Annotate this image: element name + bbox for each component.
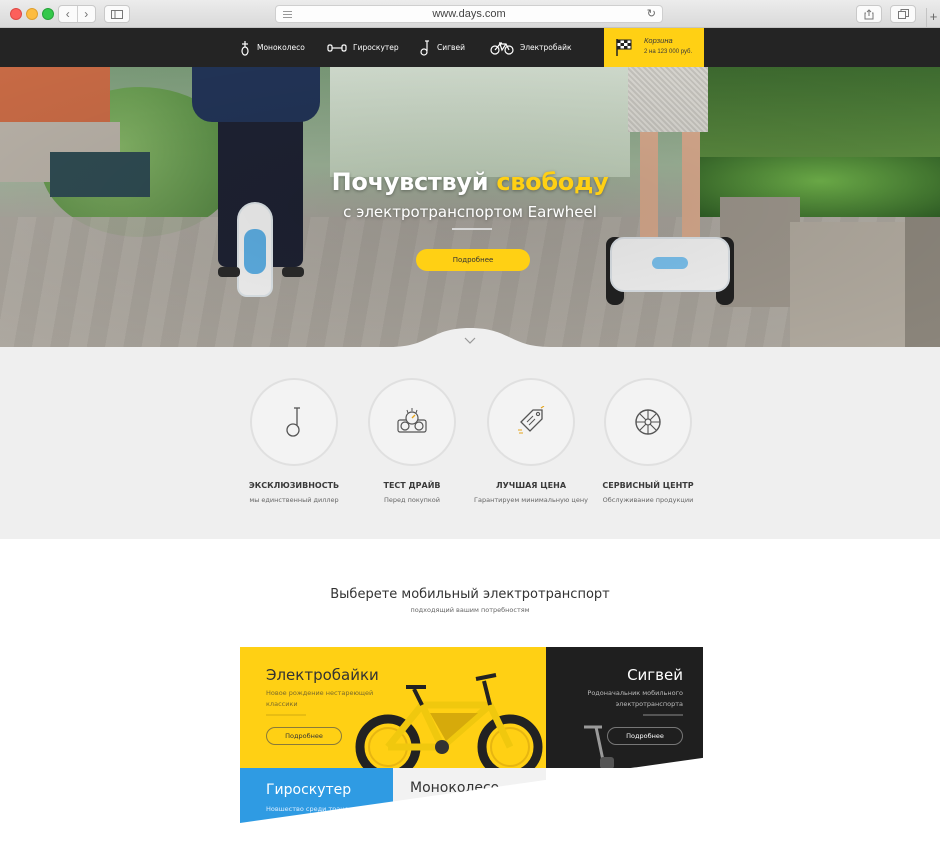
feature-desc: Перед покупкой: [384, 496, 440, 504]
feature-desc: Гарантируем минимальную цену: [474, 496, 588, 504]
monowheel-icon: [286, 407, 300, 437]
nav-item-label: Гироскутер: [353, 43, 399, 52]
price-tag-icon: [518, 406, 545, 434]
tile-divider: [643, 714, 683, 716]
tile-desc: Родоначальник мобильного электротранспор…: [587, 689, 683, 708]
feature-desc: Обслуживание продукции: [602, 496, 694, 504]
address-bar[interactable]: www.days.com ↻: [275, 5, 663, 23]
main-nav: Моноколесо Гироскутер Сигвей Электробайк: [0, 28, 940, 67]
nav-item-monowheel[interactable]: Моноколесо: [239, 28, 305, 67]
ebikes-more-button[interactable]: Подробнее: [266, 727, 342, 745]
bicycle-icon: [490, 41, 514, 55]
cart-count: 2: [644, 49, 648, 55]
tile-empty: [546, 768, 703, 823]
hero-more-button[interactable]: Подробнее: [416, 249, 530, 271]
segway-image: [584, 725, 614, 769]
feature-title: ЭКСКЛЮЗИВНОСТЬ: [248, 481, 340, 490]
tile-hoverboards[interactable]: Гироскутер Новшество среди транспорта: [240, 768, 393, 823]
tile-segway[interactable]: Сигвей Родоначальник мобильного электрот…: [546, 647, 703, 769]
hoverboard-icon: [327, 43, 347, 52]
tile-title: Моноколесо: [410, 780, 500, 796]
hero-title-accent: свободу: [496, 168, 609, 196]
feature-icon-circle: [368, 378, 456, 466]
scroll-down-chevron-icon[interactable]: [464, 337, 476, 345]
sidebar-toggle-button[interactable]: [104, 5, 130, 23]
hero-banner: Почувствуй свободу с электротранспортом …: [0, 67, 940, 347]
close-window-button[interactable]: [10, 8, 22, 20]
sidebar-icon: [111, 9, 123, 19]
hero-bottom-curve: [0, 328, 940, 350]
nav-item-label: Электробайк: [520, 43, 572, 52]
tabs-icon: [897, 9, 909, 19]
tile-ebikes[interactable]: Электробайки Новое рождение нестареющей …: [240, 647, 546, 777]
feature-desc: мы единственный диллер: [249, 496, 339, 504]
product-grid: Электробайки Новое рождение нестареющей …: [240, 647, 703, 823]
show-tabs-button[interactable]: [890, 5, 916, 23]
nav-item-hoverboard[interactable]: Гироскутер: [327, 28, 399, 67]
nav-item-segway[interactable]: Сигвей: [419, 28, 465, 67]
cart-button[interactable]: Корзина 2 на 123 000 руб.: [604, 28, 704, 67]
segway-icon: [420, 39, 429, 56]
tile-divider: [266, 714, 306, 716]
nav-item-ebike[interactable]: Электробайк: [490, 28, 572, 67]
reload-icon[interactable]: ↻: [647, 7, 656, 20]
products-subtitle: подходящий вашим потребностям: [410, 606, 530, 614]
feature-title: ЛУЧШАЯ ЦЕНА: [495, 481, 567, 490]
cart-summary: 2 на 123 000 руб.: [644, 49, 692, 55]
history-nav: ‹ ›: [58, 5, 96, 23]
hero-divider: [452, 228, 492, 230]
feature-title: ТЕСТ ДРАЙВ: [383, 481, 441, 490]
browser-toolbar: ‹ › www.days.com ↻ +: [0, 0, 940, 28]
nav-item-label: Моноколесо: [257, 43, 305, 52]
feature-icon-circle: [487, 378, 575, 466]
back-button[interactable]: ‹: [59, 6, 77, 22]
hero-title: Почувствуй свободу: [0, 168, 940, 196]
speedometer-icon: [397, 408, 427, 433]
cart-count-unit: на: [649, 49, 656, 55]
monowheel-icon: [241, 40, 249, 56]
products-title: Выберете мобильный электротранспорт: [330, 587, 610, 602]
hero-title-main: Почувствуй: [331, 168, 489, 196]
cart-total: 123 000 руб.: [657, 49, 693, 55]
share-button[interactable]: [856, 5, 882, 23]
new-tab-button[interactable]: +: [926, 8, 940, 28]
url-text: www.days.com: [432, 8, 506, 20]
cart-title: Корзина: [644, 36, 673, 45]
forward-button[interactable]: ›: [76, 6, 96, 22]
minimize-window-button[interactable]: [26, 8, 38, 20]
checkered-flag-icon: [616, 39, 632, 56]
feature-icon-circle: [250, 378, 338, 466]
nav-item-label: Сигвей: [437, 43, 465, 52]
tile-title: Гироскутер: [266, 782, 352, 798]
feature-title: СЕРВИСНЫЙ ЦЕНТР: [602, 481, 694, 490]
hero-subtitle: с электротранспортом Earwheel: [343, 203, 597, 221]
feature-icon-circle: [604, 378, 692, 466]
tile-desc: Новшество среди транспорта: [266, 805, 369, 813]
tile-title: Сигвей: [627, 666, 683, 684]
features-section: ЭКСКЛЮЗИВНОСТЬ мы единственный диллер ТЕ…: [0, 347, 940, 539]
ebike-image: [355, 673, 543, 777]
tile-monowheels[interactable]: Моноколесо: [393, 768, 546, 823]
share-icon: [864, 8, 874, 19]
wheel-icon: [635, 409, 661, 435]
maximize-window-button[interactable]: [42, 8, 54, 20]
